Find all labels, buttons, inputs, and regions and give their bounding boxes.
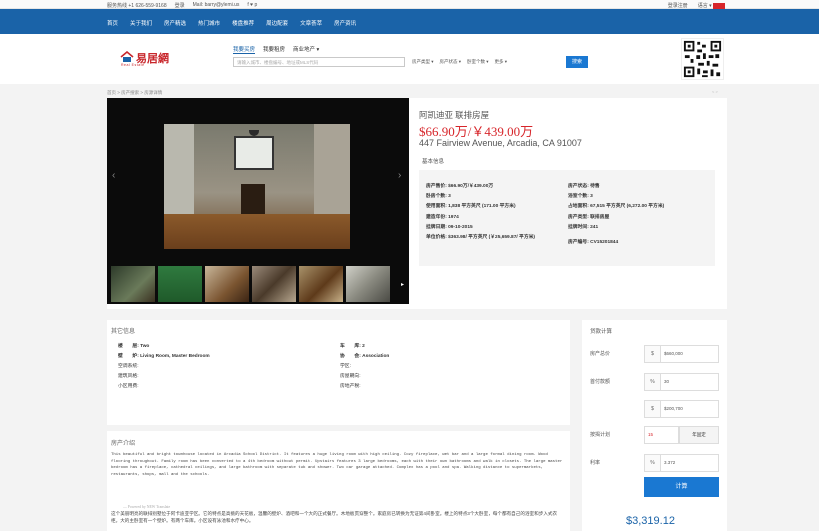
filter-property-type[interactable]: 房产类型 ▾	[412, 59, 434, 65]
login-link[interactable]: 登录	[175, 2, 185, 9]
nav-about[interactable]: 关于我们	[130, 19, 152, 27]
other-fireplace: 壁 炉: Living Room, Master Bedroom	[118, 354, 210, 359]
other-association: 协 会: Association	[340, 354, 390, 359]
loan-term-label: 按揭计划	[590, 432, 611, 438]
other-ac: 空调系统:	[118, 364, 139, 369]
basic-info-left: 房产售价: $66.90万/￥439.00万 卧房个数: 3 使用面积: 1,8…	[426, 182, 566, 241]
search-tabs: 我要买房 我要租房 商业地产 ▾	[233, 45, 319, 54]
other-floor: 楼 层: Two	[118, 344, 150, 349]
info-unit-price: 单位价格: $363.98/ 平方英尺 (￥25,659.87/ 平方米)	[426, 235, 536, 241]
language-selector[interactable]: 语言 ▾	[698, 2, 725, 9]
register-link[interactable]: 登录注册	[668, 2, 688, 9]
description-title: 房产介绍	[111, 441, 136, 447]
nav-articles[interactable]: 文章荟萃	[300, 19, 322, 27]
thumbnail[interactable]	[252, 266, 296, 302]
info-status: 房产状态: 待售	[568, 184, 600, 189]
basic-info-right: 房产状态: 待售 浴室个数: 3 占地面积: 67,515 平方英尺 (6,27…	[568, 182, 714, 248]
price-label: 房产总价	[590, 351, 611, 357]
gallery-next-icon[interactable]: ›	[398, 170, 401, 181]
basic-info-label: 基本信息	[422, 159, 445, 165]
other-hoa-fee: 小区用费:	[118, 384, 139, 389]
price-unit: $	[644, 345, 661, 363]
main-nav: 首页 关于我们 房产精选 热门城市 楼盘推荐 周边配套 文章荟萃 房产资讯	[0, 9, 819, 34]
main-photo[interactable]	[164, 124, 350, 249]
nav-featured[interactable]: 房产精选	[164, 19, 186, 27]
thumbnail[interactable]	[299, 266, 343, 302]
info-living-area: 使用面积: 1,838 平方英尺 (171.00 平方米)	[426, 204, 516, 210]
other-style: 建筑风格:	[118, 374, 139, 379]
price-input[interactable]: $660,000	[660, 345, 719, 363]
site-logo[interactable]: 易居網 Real Estate	[120, 50, 180, 67]
info-year-built: 建造年份: 1974	[426, 214, 459, 220]
listing-title: 阿凯迪亚 联排房屋	[419, 110, 490, 120]
info-bathrooms: 浴室个数: 3	[568, 194, 593, 200]
service-phone: 服务热线 +1 626-559-9168	[107, 3, 167, 9]
translation-credit: — Powered by NEW Translate	[123, 505, 171, 509]
listing-address: 447 Fairview Avenue, Arcadia, CA 91007	[419, 138, 582, 148]
loan-term-select[interactable]: 年固定	[679, 426, 719, 444]
nav-news[interactable]: 房产资讯	[334, 19, 356, 27]
down-amount-unit: $	[644, 400, 661, 418]
description-chinese: 这个美丽明亮的联排别墅位于阿卡迪亚学区。它的特点是高挑的天花板，温馨的壁炉、酒吧…	[111, 511, 558, 523]
tab-buy[interactable]: 我要买房	[233, 45, 256, 54]
info-property-type: 房产类型: 联排房屋	[568, 214, 610, 220]
contact-email[interactable]: Mail: barry@ylemi.us	[193, 2, 240, 9]
other-orientation: 房屋朝向:	[340, 374, 361, 379]
other-school: 学区:	[340, 364, 351, 369]
other-property-tax: 房地产税:	[340, 384, 361, 389]
info-listing-id: 房产编号: CV15201844	[568, 240, 619, 246]
search-button[interactable]: 搜索	[566, 56, 588, 68]
top-bar: 服务热线 +1 626-559-9168 登录 Mail: barry@ylem…	[0, 0, 819, 9]
thumbnail[interactable]	[346, 266, 390, 302]
thumbnail-strip	[111, 266, 390, 302]
interest-rate-unit: %	[644, 454, 661, 472]
down-payment-unit: %	[644, 373, 661, 391]
china-flag-icon	[713, 2, 725, 9]
gallery-prev-icon[interactable]: ‹	[112, 170, 115, 181]
header: 易居網 Real Estate 我要买房 我要租房 商业地产 ▾ 请输入城市、楼…	[0, 34, 819, 84]
nav-nearby[interactable]: 周边配套	[266, 19, 288, 27]
breadcrumb[interactable]: 首页 > 房产搜索 > 房源详情	[107, 90, 162, 96]
other-garage: 车 库: 2	[340, 344, 365, 349]
thumbnail[interactable]	[205, 266, 249, 302]
info-list-date: 挂牌日期: 09-10-2015	[426, 224, 473, 230]
tab-commercial[interactable]: 商业地产 ▾	[293, 45, 319, 54]
nav-cities[interactable]: 热门城市	[198, 19, 220, 27]
filter-status[interactable]: 房产状态 ▾	[440, 59, 462, 65]
info-price: 房产售价: $66.90万/￥439.00万	[426, 184, 494, 189]
interest-rate-label: 利率	[590, 460, 601, 466]
social-icons[interactable]: f ♥ p	[247, 2, 257, 9]
thumbnail[interactable]	[111, 266, 155, 302]
nav-home[interactable]: 首页	[107, 19, 118, 27]
monthly-payment-result: $3,319.12	[626, 515, 675, 527]
calculate-button[interactable]: 计算	[644, 477, 719, 497]
listing-pager[interactable]: < >	[712, 89, 718, 94]
down-amount-input[interactable]: $200,700	[660, 400, 719, 418]
tab-rent[interactable]: 我要租房	[263, 45, 285, 54]
interest-rate-input[interactable]: 3.372	[660, 454, 719, 472]
filter-bedrooms[interactable]: 卧室个数 ▾	[467, 59, 489, 65]
search-filters: 房产类型 ▾ 房产状态 ▾ 卧室个数 ▾ 更多 ▾	[412, 59, 507, 65]
house-logo-icon	[120, 51, 134, 62]
nav-buildings[interactable]: 楼盘推荐	[232, 19, 254, 27]
thumbnail-next-icon[interactable]: ▸	[401, 281, 404, 288]
info-lot-size: 占地面积: 67,515 平方英尺 (6,272.00 平方米)	[568, 204, 665, 210]
filter-more[interactable]: 更多 ▾	[495, 59, 508, 65]
info-days-listed: 挂牌时间: 241	[568, 224, 599, 230]
down-payment-label: 首付款额	[590, 379, 611, 385]
qr-code-icon	[681, 38, 724, 80]
search-input[interactable]: 请输入城市、楼盘编号、地址或MLS代码	[233, 57, 405, 67]
thumbnail[interactable]	[158, 266, 202, 302]
loan-term-input[interactable]: 15	[644, 426, 679, 444]
down-payment-percent-input[interactable]: 30	[660, 373, 719, 391]
info-bedrooms: 卧房个数: 3	[426, 194, 451, 200]
calculator-title: 贷款计算	[590, 329, 613, 335]
other-info-title: 其它信息	[111, 329, 136, 335]
description-english: This beautiful and bright townhouse loca…	[111, 453, 563, 477]
other-info-panel	[107, 320, 570, 425]
